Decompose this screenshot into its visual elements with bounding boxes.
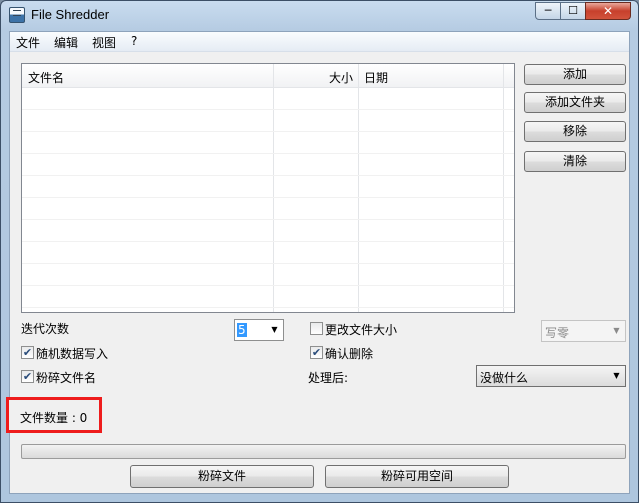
menu-edit[interactable]: 编辑 — [54, 34, 78, 51]
after-processing-label: 处理后: — [308, 371, 349, 385]
file-list[interactable]: 文件名 大小 日期 — [21, 63, 515, 313]
menu-bar: 文件 编辑 视图 ? — [10, 32, 629, 52]
window-title: File Shredder — [31, 7, 110, 22]
column-header-filename[interactable]: 文件名 — [28, 69, 64, 86]
random-data-checkbox[interactable]: ✔ — [21, 346, 34, 359]
title-bar[interactable]: File Shredder ─ ☐ ✕ — [1, 1, 638, 31]
file-count-highlight: 文件数量 : 0 — [6, 397, 102, 433]
row-gridline — [22, 131, 514, 132]
shred-free-space-button[interactable]: 粉碎可用空间 — [325, 465, 509, 488]
row-gridline — [22, 197, 514, 198]
shredder-app-icon — [9, 7, 25, 23]
iterations-value: 5 — [237, 323, 247, 337]
shred-names-checkbox[interactable]: ✔ — [21, 370, 34, 383]
row-gridline — [22, 109, 514, 110]
row-gridline — [22, 241, 514, 242]
close-button[interactable]: ✕ — [585, 2, 631, 20]
menu-file[interactable]: 文件 — [16, 34, 40, 51]
menu-view[interactable]: 视图 — [92, 34, 116, 51]
row-gridline — [22, 263, 514, 264]
change-size-checkbox[interactable] — [310, 322, 323, 335]
column-header-date[interactable]: 日期 — [364, 69, 388, 86]
row-gridline — [22, 219, 514, 220]
client-area: 文件 编辑 视图 ? 文件名 大小 日期 添加 添加文件夹 移除 清除 迭代次数… — [6, 31, 630, 494]
menu-help[interactable]: ? — [131, 34, 137, 48]
row-gridline — [22, 285, 514, 286]
write-mode-select[interactable]: 写零 ▼ — [541, 320, 626, 342]
row-gridline — [22, 153, 514, 154]
iterations-label: 迭代次数 — [21, 322, 70, 336]
chevron-down-icon: ▼ — [613, 326, 620, 335]
maximize-button[interactable]: ☐ — [560, 2, 586, 20]
column-divider — [358, 64, 359, 312]
column-divider — [273, 64, 274, 312]
change-size-label: 更改文件大小 — [325, 323, 398, 337]
confirm-delete-checkbox[interactable]: ✔ — [310, 346, 323, 359]
after-processing-value: 没做什么 — [480, 371, 529, 385]
add-folder-button[interactable]: 添加文件夹 — [524, 92, 626, 113]
clear-button[interactable]: 清除 — [524, 151, 626, 172]
column-header-size[interactable]: 大小 — [329, 69, 353, 86]
minimize-button[interactable]: ─ — [535, 2, 561, 20]
column-divider — [503, 64, 504, 312]
chevron-down-icon: ▼ — [613, 371, 620, 380]
shred-progress-bar — [21, 444, 626, 459]
shred-files-button[interactable]: 粉碎文件 — [130, 465, 314, 488]
chevron-down-icon: ▼ — [271, 325, 278, 334]
random-data-label: 随机数据写入 — [36, 347, 109, 361]
app-window: File Shredder ─ ☐ ✕ 文件 编辑 视图 ? 文件名 大小 日期 — [0, 0, 639, 503]
add-button[interactable]: 添加 — [524, 64, 626, 85]
row-gridline — [22, 307, 514, 308]
confirm-delete-label: 确认删除 — [325, 347, 374, 361]
iterations-select[interactable]: 5 ▼ — [234, 319, 284, 341]
after-processing-select[interactable]: 没做什么 ▼ — [476, 365, 626, 387]
row-gridline — [22, 175, 514, 176]
file-count-label: 文件数量 : 0 — [20, 411, 88, 425]
shred-names-label: 粉碎文件名 — [36, 371, 97, 385]
write-mode-value: 写零 — [545, 326, 570, 340]
remove-button[interactable]: 移除 — [524, 121, 626, 142]
file-list-header: 文件名 大小 日期 — [22, 64, 514, 88]
